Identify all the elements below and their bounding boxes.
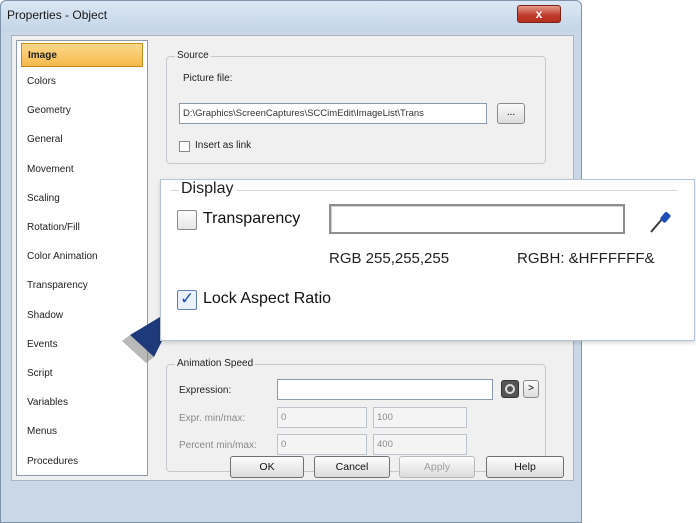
nav-item-procedures[interactable]: Procedures	[17, 446, 147, 475]
percent-max-input[interactable]: 400	[373, 434, 467, 455]
nav-item-geometry[interactable]: Geometry	[17, 96, 147, 125]
checkmark-icon: ✓	[180, 289, 195, 308]
nav-item-movement[interactable]: Movement	[17, 155, 147, 184]
transparency-color-field[interactable]	[329, 204, 625, 234]
lock-aspect-ratio-checkbox[interactable]: ✓	[177, 289, 197, 310]
nav-item-image[interactable]: Image	[21, 43, 143, 67]
percent-minmax-label: Percent min/max:	[179, 440, 257, 451]
rgbh-value: RGBH: &HFFFFFF&	[517, 250, 655, 267]
title-bar[interactable]: Properties - Object x	[1, 1, 581, 31]
variable-db-icon	[505, 384, 515, 394]
cancel-button[interactable]: Cancel	[314, 456, 390, 478]
chevron-right-icon: >	[528, 383, 534, 394]
expr-max-input[interactable]: 100	[373, 407, 467, 428]
expression-label: Expression:	[179, 385, 232, 396]
category-list: Image Colors Geometry General Movement S…	[16, 40, 148, 476]
expression-arrow-button[interactable]: >	[523, 380, 539, 398]
picture-file-label: Picture file:	[183, 73, 233, 84]
expr-min-input[interactable]: 0	[277, 407, 367, 428]
nav-item-menus[interactable]: Menus	[17, 417, 147, 446]
browse-button[interactable]: ...	[497, 103, 525, 124]
display-legend: Display	[181, 180, 234, 197]
picture-file-input[interactable]: D:\Graphics\ScreenCaptures\SCCimEdit\Ima…	[179, 103, 487, 124]
window-title: Properties - Object	[7, 8, 108, 22]
source-group: Source Picture file: D:\Graphics\ScreenC…	[166, 50, 546, 164]
rgb-value: RGB 255,255,255	[329, 250, 450, 267]
variable-picker-button[interactable]	[501, 380, 519, 398]
transparency-checkbox[interactable]	[177, 210, 197, 230]
close-icon: x	[535, 7, 543, 21]
eyedropper-icon[interactable]	[647, 208, 673, 236]
nav-item-color-animation[interactable]: Color Animation	[17, 242, 147, 271]
nav-item-variables[interactable]: Variables	[17, 388, 147, 417]
close-button[interactable]: x	[517, 5, 561, 23]
insert-as-link-checkbox[interactable]	[179, 141, 190, 152]
nav-item-transparency[interactable]: Transparency	[17, 271, 147, 300]
percent-min-input[interactable]: 0	[277, 434, 367, 455]
help-button[interactable]: Help	[486, 456, 564, 478]
nav-item-colors[interactable]: Colors	[17, 67, 147, 96]
nav-item-scaling[interactable]: Scaling	[17, 184, 147, 213]
expr-minmax-label: Expr. min/max:	[179, 413, 246, 424]
nav-item-general[interactable]: General	[17, 125, 147, 154]
insert-as-link-label: Insert as link	[195, 140, 252, 151]
browse-label: ...	[506, 107, 516, 118]
display-zoom-panel: Display Transparency RGB 255,255,255 RGB…	[160, 179, 695, 341]
nav-item-rotation-fill[interactable]: Rotation/Fill	[17, 213, 147, 242]
source-legend: Source	[175, 50, 211, 61]
transparency-label: Transparency	[203, 210, 301, 227]
expression-input[interactable]	[277, 379, 493, 400]
ok-button[interactable]: OK	[230, 456, 304, 478]
apply-button[interactable]: Apply	[399, 456, 475, 478]
lock-aspect-ratio-label: Lock Aspect Ratio	[203, 290, 332, 307]
